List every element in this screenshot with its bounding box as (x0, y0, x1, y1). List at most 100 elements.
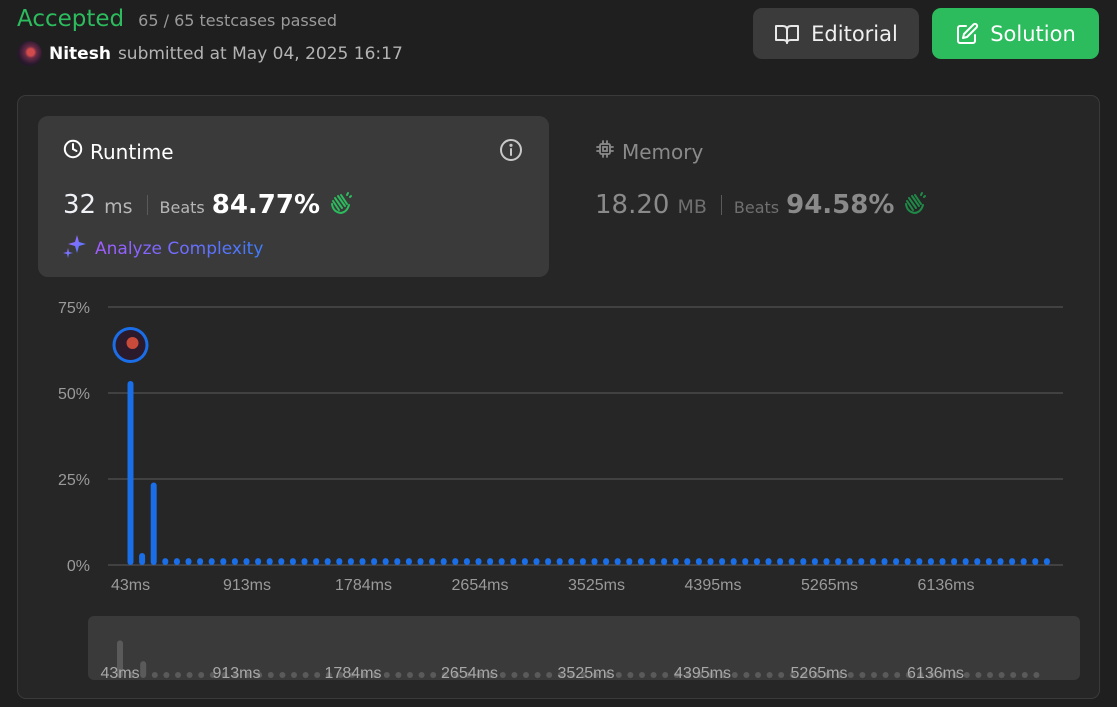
mini-x-tick-label: 43ms (100, 665, 139, 680)
bar (579, 558, 586, 565)
mini-bar (302, 672, 309, 678)
bar (208, 558, 215, 565)
bar (881, 558, 888, 565)
bar (197, 558, 204, 565)
mini-bar (639, 672, 645, 678)
mini-bar (1033, 672, 1040, 678)
mini-bar (163, 672, 170, 678)
performance-panel: Runtime 32 ms Beats 84.77% Analyze Compl… (17, 95, 1100, 699)
mini-bar (998, 672, 1005, 678)
testcases-count: 65 / 65 testcases passed (138, 11, 338, 30)
bar (556, 558, 563, 565)
bar (545, 558, 552, 565)
bar (835, 558, 842, 565)
bar (684, 558, 691, 565)
mini-x-tick-label: 6136ms (907, 665, 964, 680)
bar (1009, 558, 1016, 565)
mini-bar (1021, 672, 1028, 678)
mini-bar (418, 672, 425, 678)
mini-x-tick-label: 1784ms (325, 665, 382, 680)
bar (533, 558, 540, 565)
mini-bar (523, 672, 529, 678)
bar (997, 558, 1004, 565)
mini-bar (383, 672, 390, 678)
x-tick-label: 2654ms (452, 577, 509, 594)
bar (649, 558, 656, 565)
x-tick-label: 1784ms (335, 577, 392, 594)
mini-x-tick-label: 3525ms (558, 665, 615, 680)
bar (823, 558, 830, 565)
bar (405, 558, 412, 565)
bar (243, 558, 250, 565)
chart-range-navigator[interactable]: 43ms 913ms 1784ms 2654ms 3525ms 4395ms 5265ms 6… (88, 616, 1080, 680)
bar (487, 558, 494, 565)
mini-bar (175, 672, 181, 678)
bar (231, 558, 238, 565)
bar (591, 558, 598, 565)
bar (255, 558, 262, 565)
bar (927, 558, 934, 565)
mini-bar (546, 672, 553, 678)
x-tick-label: 3525ms (568, 577, 625, 594)
mini-bar (743, 672, 750, 678)
mini-bar (766, 672, 773, 678)
bar (672, 558, 679, 565)
mini-bar (151, 672, 158, 678)
mini-x-tick-label: 913ms (212, 665, 260, 680)
x-tick-label: 5265ms (801, 577, 858, 594)
bar (974, 558, 981, 565)
bar (765, 558, 772, 565)
bar (777, 558, 784, 565)
mini-bar (859, 672, 866, 678)
editorial-label: Editorial (811, 21, 898, 46)
y-tick-label: 0% (67, 558, 90, 575)
bar (278, 558, 285, 565)
bar (800, 558, 807, 565)
mini-bar (430, 672, 437, 678)
mini-bar (778, 672, 785, 678)
bar (382, 558, 389, 565)
mini-bar (882, 672, 889, 678)
bar (521, 558, 528, 565)
bar (846, 558, 853, 565)
bar (603, 558, 610, 565)
editorial-button[interactable]: Editorial (753, 8, 919, 59)
user-marker-avatar (126, 337, 139, 349)
mini-x-tick-label: 2654ms (441, 665, 498, 680)
bar (637, 558, 644, 565)
bar (904, 558, 911, 565)
solution-button[interactable]: Solution (932, 8, 1099, 59)
book-icon (774, 23, 800, 45)
bar (440, 558, 447, 565)
bar (313, 558, 320, 565)
bar (475, 558, 482, 565)
x-tick-label: 6136ms (918, 577, 975, 594)
bar (510, 558, 517, 565)
bar (869, 558, 876, 565)
mini-bar (615, 672, 622, 678)
mini-bar (395, 672, 402, 678)
x-tick-label: 43ms (111, 577, 150, 594)
mini-bar (975, 672, 982, 678)
mini-bar (662, 672, 669, 678)
submitted-timestamp: submitted at May 04, 2025 16:17 (117, 43, 403, 64)
runtime-distribution-chart[interactable]: 75% 50% 25% 0% 43ms 913ms 1784ms 2654ms 3525ms 43… (18, 96, 1101, 616)
bar (985, 558, 992, 565)
x-tick-label: 4395ms (685, 577, 742, 594)
bar (463, 558, 470, 565)
user-avatar[interactable] (17, 41, 42, 66)
mini-bar (987, 672, 993, 678)
mini-bar (534, 672, 541, 678)
username-link[interactable]: Nitesh (49, 44, 111, 64)
submission-header: Accepted 65 / 65 testcases passed Nitesh… (17, 6, 403, 66)
bar (417, 558, 424, 565)
bar (429, 558, 436, 565)
bar (1032, 558, 1039, 565)
bar (568, 558, 575, 565)
bar (324, 558, 331, 565)
bar (162, 558, 169, 565)
bar (1020, 558, 1027, 565)
status-label: Accepted (17, 6, 125, 32)
mini-bar (847, 672, 854, 678)
mini-bar (314, 672, 321, 678)
